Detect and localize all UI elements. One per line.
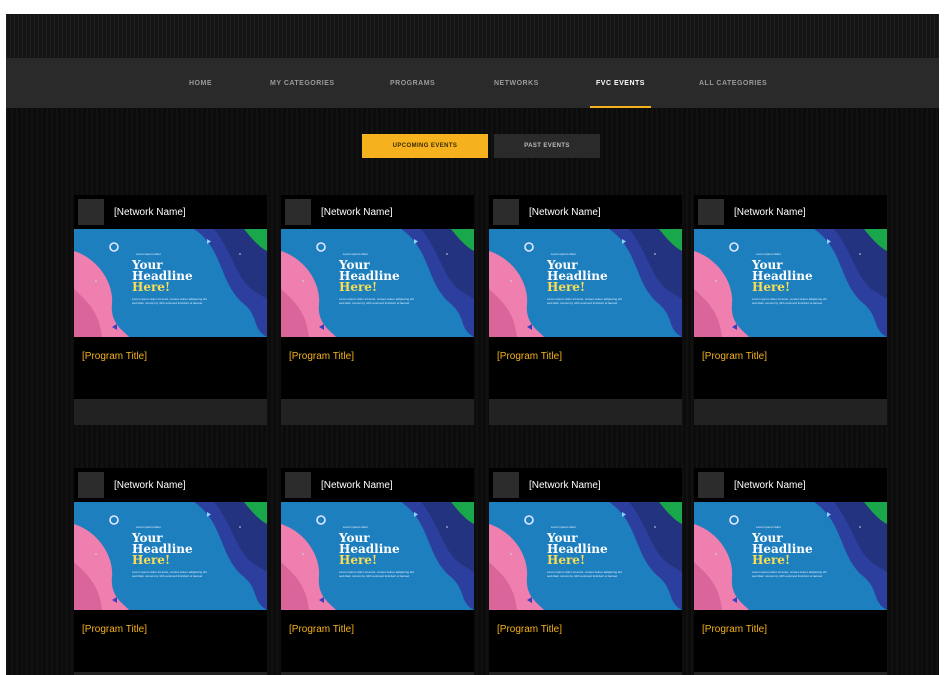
thumbnail-body-text: Lorem ipsum dolor sit amet, consec tetue… — [339, 570, 414, 578]
card-footer — [694, 399, 887, 425]
nav-home[interactable]: HOME — [189, 58, 212, 108]
network-name[interactable]: [Network Name] — [321, 207, 393, 218]
nav-fvc-events[interactable]: FVC EVENTS — [590, 58, 651, 108]
thumbnail-art — [281, 229, 474, 337]
nav-all-categories[interactable]: ALL CATEGORIES — [699, 58, 767, 108]
thumbnail-art — [694, 502, 887, 610]
program-title[interactable]: [Program Title] — [74, 610, 267, 672]
program-title[interactable]: [Program Title] — [281, 610, 474, 672]
thumbnail-art — [74, 502, 267, 610]
nav-active-underline — [590, 106, 651, 108]
thumbnail-headline-3: Here! — [752, 280, 791, 294]
top-banner — [6, 14, 939, 58]
thumbnail-headline-3: Here! — [547, 553, 586, 567]
event-thumbnail[interactable]: Lorem ipsum dolor Your Headline Here! Lo… — [74, 229, 267, 337]
card-footer — [281, 399, 474, 425]
network-logo — [698, 472, 724, 498]
network-logo — [698, 199, 724, 225]
nav-networks[interactable]: NETWORKS — [494, 58, 539, 108]
thumbnail-body-text: Lorem ipsum dolor sit amet, consec tetue… — [547, 570, 622, 578]
card-header: [Network Name] — [694, 468, 887, 502]
thumbnail-tag: Lorem ipsum dolor — [343, 252, 368, 256]
event-card[interactable]: [Network Name] Lorem ipsum dolor Your He… — [489, 195, 682, 425]
thumbnail-body-text: Lorem ipsum dolor sit amet, consec tetue… — [752, 297, 827, 305]
thumbnail-headline-3: Here! — [132, 553, 171, 567]
thumbnail-body-text: Lorem ipsum dolor sit amet, consec tetue… — [132, 570, 207, 578]
card-header: [Network Name] — [489, 195, 682, 229]
main-nav: HOME MY CATEGORIES PROGRAMS NETWORKS FVC… — [6, 58, 939, 108]
card-header: [Network Name] — [489, 468, 682, 502]
thumbnail-body-text: Lorem ipsum dolor sit amet, consec tetue… — [547, 297, 622, 305]
thumbnail-art — [489, 229, 682, 337]
network-name[interactable]: [Network Name] — [734, 207, 806, 218]
thumbnail-body-text: Lorem ipsum dolor sit amet, consec tetue… — [132, 297, 207, 305]
event-thumbnail[interactable]: Lorem ipsum dolor Your Headline Here! Lo… — [489, 229, 682, 337]
network-name[interactable]: [Network Name] — [529, 480, 601, 491]
thumbnail-art — [74, 229, 267, 337]
nav-my-categories[interactable]: MY CATEGORIES — [270, 58, 335, 108]
card-header: [Network Name] — [281, 195, 474, 229]
event-card[interactable]: [Network Name] Lorem ipsum dolor Your He… — [489, 468, 682, 675]
event-thumbnail[interactable]: Lorem ipsum dolor Your Headline Here! Lo… — [489, 502, 682, 610]
thumbnail-art — [694, 229, 887, 337]
thumbnail-tag: Lorem ipsum dolor — [343, 525, 368, 529]
network-logo — [493, 472, 519, 498]
event-card[interactable]: [Network Name] Lorem ipsum dolor Your He… — [74, 195, 267, 425]
network-name[interactable]: [Network Name] — [114, 480, 186, 491]
thumbnail-tag: Lorem ipsum dolor — [756, 252, 781, 256]
thumbnail-headline-3: Here! — [752, 553, 791, 567]
card-header: [Network Name] — [74, 195, 267, 229]
event-card[interactable]: [Network Name] Lorem ipsum dolor Your He… — [281, 468, 474, 675]
thumbnail-art — [489, 502, 682, 610]
event-thumbnail[interactable]: Lorem ipsum dolor Your Headline Here! Lo… — [281, 502, 474, 610]
app-frame: HOME MY CATEGORIES PROGRAMS NETWORKS FVC… — [6, 14, 939, 675]
thumbnail-headline-3: Here! — [547, 280, 586, 294]
network-name[interactable]: [Network Name] — [114, 207, 186, 218]
program-title[interactable]: [Program Title] — [694, 610, 887, 672]
thumbnail-tag: Lorem ipsum dolor — [136, 525, 161, 529]
card-footer — [74, 399, 267, 425]
card-header: [Network Name] — [694, 195, 887, 229]
event-thumbnail[interactable]: Lorem ipsum dolor Your Headline Here! Lo… — [74, 502, 267, 610]
network-logo — [285, 472, 311, 498]
program-title[interactable]: [Program Title] — [281, 337, 474, 399]
upcoming-events-tab[interactable]: UPCOMING EVENTS — [362, 134, 488, 158]
thumbnail-body-text: Lorem ipsum dolor sit amet, consec tetue… — [339, 297, 414, 305]
program-title[interactable]: [Program Title] — [489, 337, 682, 399]
event-card[interactable]: [Network Name] Lorem ipsum dolor Your He… — [694, 468, 887, 675]
program-title[interactable]: [Program Title] — [74, 337, 267, 399]
thumbnail-headline-3: Here! — [339, 280, 378, 294]
thumbnail-tag: Lorem ipsum dolor — [551, 525, 576, 529]
network-logo — [493, 199, 519, 225]
network-name[interactable]: [Network Name] — [321, 480, 393, 491]
card-header: [Network Name] — [74, 468, 267, 502]
event-thumbnail[interactable]: Lorem ipsum dolor Your Headline Here! Lo… — [694, 229, 887, 337]
thumbnail-art — [281, 502, 474, 610]
thumbnail-tag: Lorem ipsum dolor — [756, 525, 781, 529]
network-name[interactable]: [Network Name] — [734, 480, 806, 491]
thumbnail-tag: Lorem ipsum dolor — [551, 252, 576, 256]
card-footer — [489, 399, 682, 425]
past-events-tab[interactable]: PAST EVENTS — [494, 134, 600, 158]
event-card[interactable]: [Network Name] Lorem ipsum dolor Your He… — [694, 195, 887, 425]
program-title[interactable]: [Program Title] — [489, 610, 682, 672]
event-card[interactable]: [Network Name] Lorem ipsum dolor Your He… — [74, 468, 267, 675]
nav-programs[interactable]: PROGRAMS — [390, 58, 435, 108]
event-card[interactable]: [Network Name] Lorem ipsum dolor Your He… — [281, 195, 474, 425]
thumbnail-tag: Lorem ipsum dolor — [136, 252, 161, 256]
thumbnail-headline-3: Here! — [339, 553, 378, 567]
thumbnail-headline-3: Here! — [132, 280, 171, 294]
network-logo — [78, 199, 104, 225]
network-name[interactable]: [Network Name] — [529, 207, 601, 218]
event-thumbnail[interactable]: Lorem ipsum dolor Your Headline Here! Lo… — [694, 502, 887, 610]
card-header: [Network Name] — [281, 468, 474, 502]
event-thumbnail[interactable]: Lorem ipsum dolor Your Headline Here! Lo… — [281, 229, 474, 337]
nav-fvc-events-label: FVC EVENTS — [596, 79, 645, 87]
network-logo — [78, 472, 104, 498]
program-title[interactable]: [Program Title] — [694, 337, 887, 399]
thumbnail-body-text: Lorem ipsum dolor sit amet, consec tetue… — [752, 570, 827, 578]
network-logo — [285, 199, 311, 225]
